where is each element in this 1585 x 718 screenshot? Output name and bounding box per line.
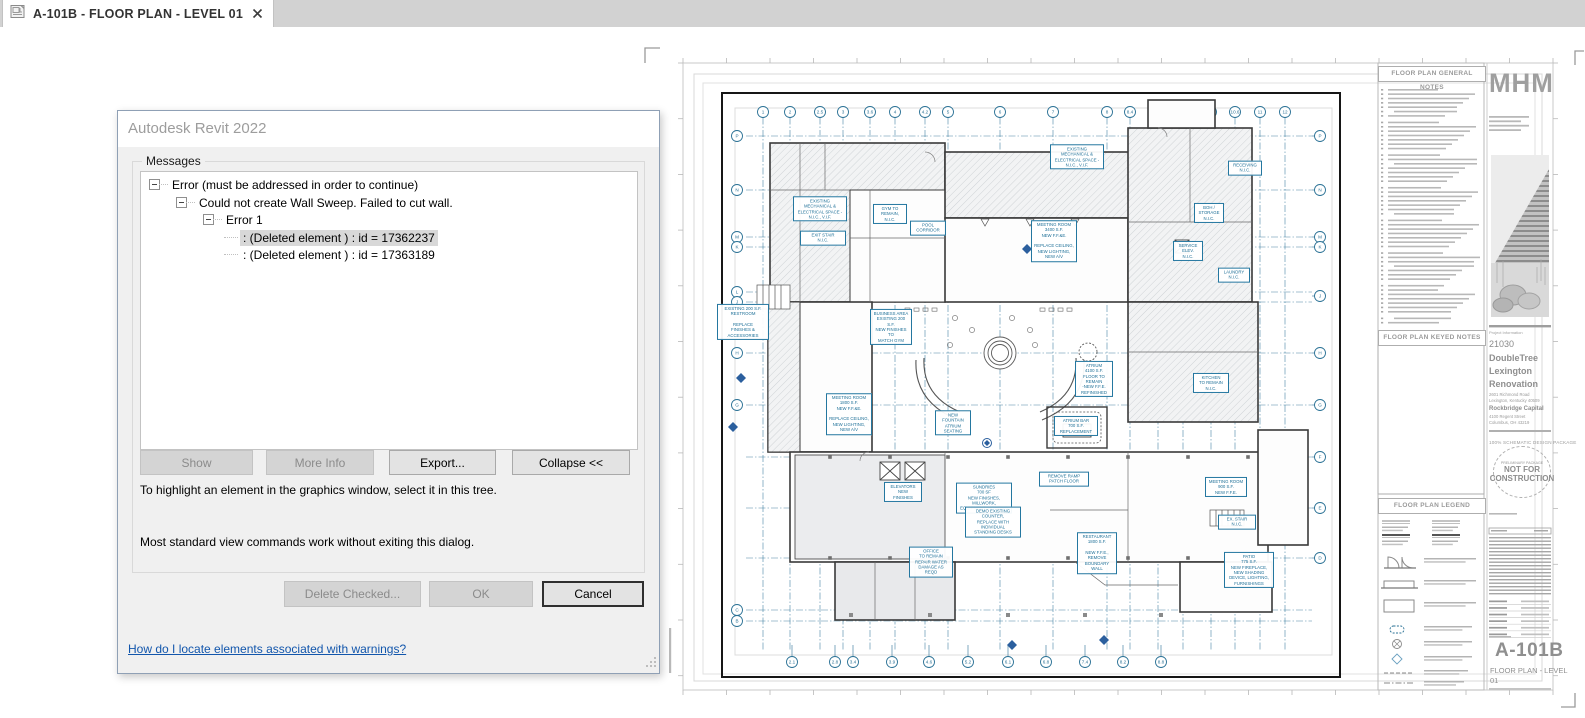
tree-connector — [213, 219, 222, 221]
export-button[interactable]: Export... — [389, 450, 496, 475]
svg-text:12: 12 — [1282, 110, 1288, 115]
tree-item[interactable]: Could not create Wall Sweep. Failed to c… — [141, 194, 637, 211]
svg-text:P: P — [1318, 134, 1321, 139]
hint-commands: Most standard view commands work without… — [140, 535, 475, 549]
svg-text:8.2: 8.2 — [1120, 660, 1127, 665]
svg-text:M: M — [1318, 235, 1322, 240]
svg-text:5.2: 5.2 — [965, 660, 972, 665]
ok-button[interactable]: OK — [429, 581, 533, 607]
revit-window: A-101B - FLOOR PLAN - LEVEL 01 1 2 2.5 3… — [0, 0, 1585, 718]
building-outline — [767, 99, 1309, 621]
svg-text:2.8: 2.8 — [832, 660, 839, 665]
svg-text:4.6: 4.6 — [926, 660, 933, 665]
tree-item-label[interactable]: Could not create Wall Sweep. Failed to c… — [196, 195, 456, 211]
svg-text:H: H — [735, 351, 738, 356]
tree-item-label[interactable]: Error (must be addressed in order to con… — [169, 177, 421, 193]
tree-connector — [159, 184, 168, 185]
dialog-title: Autodesk Revit 2022 — [128, 120, 267, 137]
svg-text:H: H — [1318, 351, 1321, 356]
svg-text:J: J — [1319, 294, 1321, 299]
svg-text:8: 8 — [1106, 110, 1109, 115]
tree-item[interactable]: Error (must be addressed in order to con… — [141, 176, 637, 193]
hint-highlight: To highlight an element in the graphics … — [140, 483, 497, 497]
tree-connector — [224, 236, 238, 238]
svg-text:M: M — [735, 235, 739, 240]
cancel-button[interactable]: Cancel — [542, 581, 644, 607]
svg-text:1: 1 — [762, 110, 765, 115]
svg-text:G: G — [1318, 403, 1322, 408]
view-tab-bar: A-101B - FLOOR PLAN - LEVEL 01 — [0, 0, 1585, 27]
svg-text:P: P — [735, 134, 738, 139]
svg-text:E: E — [1318, 506, 1321, 511]
svg-text:4.2: 4.2 — [922, 110, 929, 115]
svg-text:8.4: 8.4 — [1127, 110, 1134, 115]
svg-text:7: 7 — [1052, 110, 1055, 115]
messages-group-label: Messages — [142, 154, 205, 168]
titleblock-graphics — [1377, 89, 1552, 691]
svg-text:11: 11 — [1258, 110, 1263, 115]
svg-text:B: B — [735, 619, 738, 624]
more-info-button[interactable]: More Info — [266, 450, 374, 475]
tree-item[interactable]: : (Deleted element ) : id = 17362237 — [141, 229, 637, 246]
svg-text:3.6: 3.6 — [867, 110, 874, 115]
tree-item-label[interactable]: Error 1 — [223, 212, 266, 228]
svg-text:2: 2 — [789, 110, 792, 115]
svg-text:2.5: 2.5 — [817, 110, 824, 115]
svg-text:N: N — [735, 188, 738, 193]
svg-text:F: F — [1319, 455, 1322, 460]
delete-checked-button[interactable]: Delete Checked... — [284, 581, 421, 607]
tree-item[interactable]: Error 1 — [141, 211, 637, 228]
svg-text:2.1: 2.1 — [789, 660, 796, 665]
svg-text:N: N — [1318, 188, 1321, 193]
svg-text:7.4: 7.4 — [1082, 660, 1089, 665]
help-link[interactable]: How do I locate elements associated with… — [128, 642, 406, 656]
revit-warning-dialog: Autodesk Revit 2022 Messages Error (must… — [117, 110, 660, 674]
message-tree[interactable]: Error (must be addressed in order to con… — [140, 171, 638, 450]
svg-text:4: 4 — [894, 110, 897, 115]
tree-connector — [186, 201, 195, 203]
tree-item-label[interactable]: : (Deleted element ) : id = 17363189 — [240, 247, 438, 263]
tree-connector — [224, 254, 238, 256]
svg-text:6.8: 6.8 — [1043, 660, 1050, 665]
tab-title: A-101B - FLOOR PLAN - LEVEL 01 — [33, 6, 243, 21]
resize-grip[interactable] — [645, 656, 657, 671]
sheet-icon — [10, 4, 26, 24]
svg-text:5: 5 — [947, 110, 950, 115]
svg-text:3.9: 3.9 — [889, 660, 896, 665]
svg-text:G: G — [735, 403, 739, 408]
svg-text:3: 3 — [842, 110, 845, 115]
close-icon[interactable] — [252, 8, 263, 19]
svg-text:3.4: 3.4 — [850, 660, 857, 665]
svg-text:10.6: 10.6 — [1231, 110, 1240, 115]
svg-text:J: J — [736, 300, 738, 305]
svg-text:6.1: 6.1 — [1005, 660, 1012, 665]
svg-text:8.8: 8.8 — [1158, 660, 1165, 665]
show-button[interactable]: Show — [140, 450, 253, 475]
tree-item-label[interactable]: : (Deleted element ) : id = 17362237 — [240, 229, 438, 246]
collapse-button[interactable]: Collapse << — [512, 450, 630, 475]
tab-a101b-floor-plan[interactable]: A-101B - FLOOR PLAN - LEVEL 01 — [2, 0, 274, 27]
svg-text:6: 6 — [999, 110, 1002, 115]
tree-item[interactable]: : (Deleted element ) : id = 17363189 — [141, 246, 637, 263]
svg-text:L: L — [736, 290, 739, 295]
